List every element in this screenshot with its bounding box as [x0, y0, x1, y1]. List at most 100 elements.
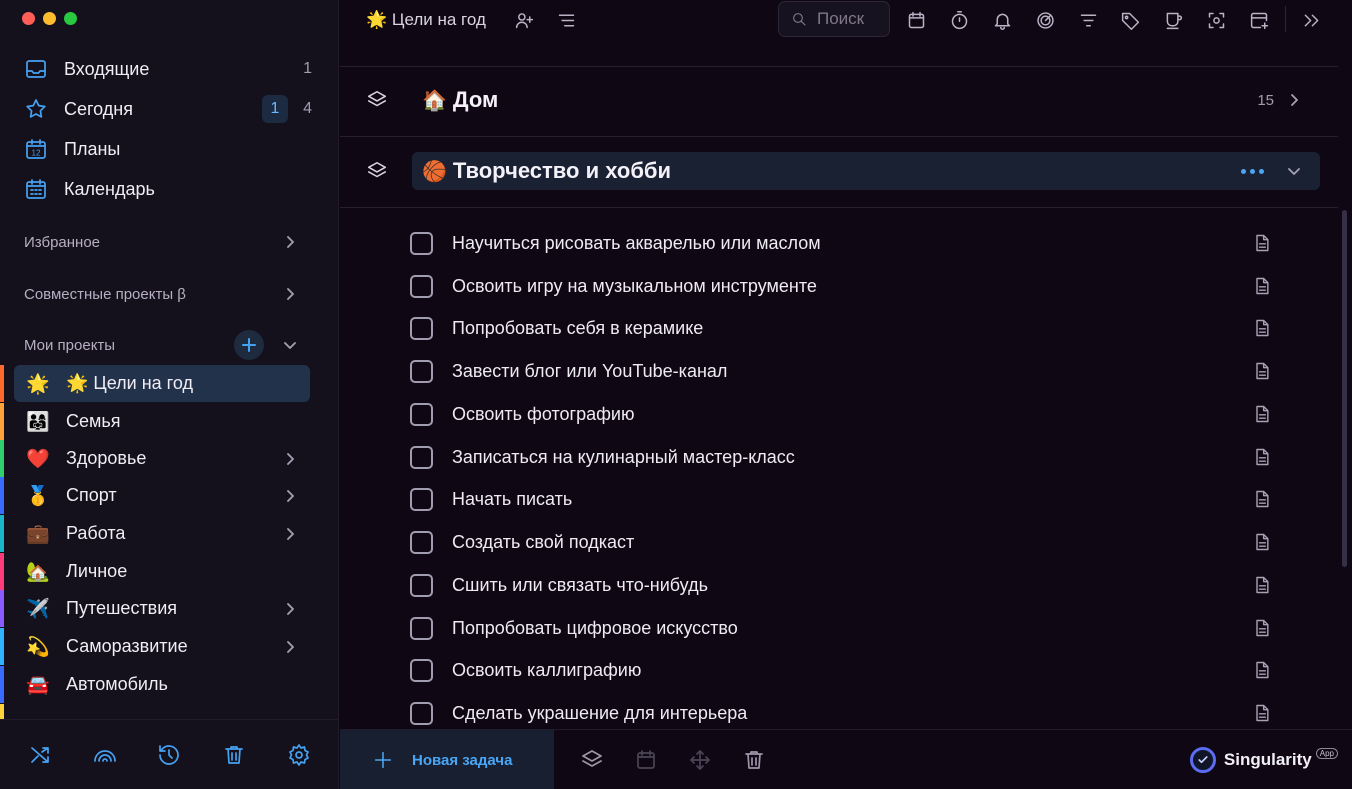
task-row[interactable]: Освоить каллиграфию	[410, 650, 1280, 690]
window-controls	[22, 12, 77, 25]
tag-icon[interactable]	[1118, 8, 1142, 32]
task-checkbox[interactable]	[410, 658, 433, 682]
chevron-right-icon[interactable]	[282, 639, 298, 655]
task-checkbox[interactable]	[410, 487, 433, 511]
shuffle-icon[interactable]	[28, 743, 52, 767]
chevron-right-icon[interactable]	[282, 526, 298, 542]
note-icon[interactable]	[1252, 575, 1272, 595]
project-item-family[interactable]: 👨‍👩‍👧 Семья	[14, 403, 310, 440]
search-input[interactable]: Поиск	[778, 1, 890, 37]
close-window-button[interactable]	[22, 12, 35, 25]
add-window-icon[interactable]	[1247, 8, 1271, 32]
group-home[interactable]: 🏠 Дом 15	[366, 81, 1320, 119]
sort-lines-icon[interactable]	[554, 8, 578, 32]
scrollbar[interactable]	[1342, 210, 1347, 567]
more-options-icon[interactable]	[1241, 168, 1264, 174]
minimize-window-button[interactable]	[43, 12, 56, 25]
calendar-12-icon: 12	[26, 139, 46, 159]
chevron-right-icon[interactable]	[282, 601, 298, 617]
group-creativity[interactable]: 🏀 Творчество и хобби	[366, 152, 1320, 190]
group-title-text: Дом	[452, 87, 499, 112]
history-icon[interactable]	[157, 743, 181, 767]
cup-icon[interactable]	[1161, 8, 1185, 32]
shared-projects-section[interactable]: Совместные проекты β	[24, 280, 304, 308]
share-users-icon[interactable]	[512, 8, 536, 32]
rainbow-icon[interactable]	[93, 743, 117, 767]
nav-calendar[interactable]: Календарь	[14, 171, 324, 207]
project-emoji: 💫	[26, 636, 50, 658]
chevron-right-icon[interactable]	[282, 451, 298, 467]
star-icon	[26, 99, 46, 118]
new-task-button[interactable]: Новая задача	[340, 730, 554, 789]
timer-icon[interactable]	[947, 8, 971, 32]
calendar-icon[interactable]	[904, 8, 928, 32]
project-item-health[interactable]: ❤️ Здоровье	[14, 440, 310, 477]
project-item-self-development[interactable]: 💫 Саморазвитие	[14, 628, 310, 665]
nav-today[interactable]: Сегодня 1 4	[14, 91, 324, 127]
trash-icon[interactable]	[742, 748, 766, 772]
task-title: Начать писать	[452, 488, 573, 509]
note-icon[interactable]	[1252, 703, 1272, 723]
double-chevron-right-icon[interactable]	[1299, 8, 1323, 32]
task-row[interactable]: Сделать украшение для интерьера	[410, 693, 1280, 733]
scan-icon[interactable]	[1204, 8, 1228, 32]
note-icon[interactable]	[1252, 660, 1272, 680]
note-icon[interactable]	[1252, 318, 1272, 338]
project-item-travel[interactable]: ✈️ Путешествия	[14, 590, 310, 627]
note-icon[interactable]	[1252, 233, 1272, 253]
note-icon[interactable]	[1252, 447, 1272, 467]
task-row[interactable]: Освоить игру на музыкальном инструменте	[410, 266, 1280, 306]
task-checkbox[interactable]	[410, 316, 433, 340]
chevron-right-icon[interactable]	[1286, 92, 1302, 108]
task-row[interactable]: Попробовать себя в керамике	[410, 308, 1280, 348]
note-icon[interactable]	[1252, 361, 1272, 381]
chevron-down-icon[interactable]	[282, 337, 298, 353]
task-checkbox[interactable]	[410, 359, 433, 383]
chevron-down-icon[interactable]	[1286, 163, 1302, 179]
task-checkbox[interactable]	[410, 701, 433, 725]
project-item-work[interactable]: 💼 Работа	[14, 515, 310, 552]
project-item-personal[interactable]: 🏡 Личное	[14, 553, 310, 590]
task-checkbox[interactable]	[410, 616, 433, 640]
note-icon[interactable]	[1252, 532, 1272, 552]
nav-inbox[interactable]: Входящие 1	[14, 51, 324, 87]
task-row[interactable]: Записаться на кулинарный мастер-класс	[410, 437, 1280, 477]
task-checkbox[interactable]	[410, 274, 433, 298]
task-row[interactable]: Создать свой подкаст	[410, 522, 1280, 562]
note-icon[interactable]	[1252, 489, 1272, 509]
task-checkbox[interactable]	[410, 530, 433, 554]
project-emoji: 🏡	[26, 561, 50, 583]
task-row[interactable]: Научиться рисовать акварелью или маслом	[410, 223, 1280, 263]
task-row[interactable]: Завести блог или YouTube-канал	[410, 351, 1280, 391]
nav-plans[interactable]: 12 Планы	[14, 131, 324, 167]
project-color-bar	[0, 440, 4, 477]
gear-icon[interactable]	[287, 743, 311, 767]
search-placeholder: Поиск	[817, 9, 865, 28]
favorites-section[interactable]: Избранное	[24, 228, 304, 256]
maximize-window-button[interactable]	[64, 12, 77, 25]
add-project-button[interactable]	[234, 330, 264, 360]
layers-icon[interactable]	[580, 748, 604, 772]
task-checkbox[interactable]	[410, 402, 433, 426]
focus-icon[interactable]	[1033, 8, 1057, 32]
project-item-goals[interactable]: 🌟 🌟 Цели на год	[14, 365, 310, 402]
brand-name: Singularity	[1223, 750, 1312, 769]
filter-icon[interactable]	[1076, 8, 1100, 32]
task-row[interactable]: Попробовать цифровое искусство	[410, 608, 1280, 648]
task-checkbox[interactable]	[410, 445, 433, 469]
page-title: 🌟 Цели на год	[366, 8, 486, 32]
note-icon[interactable]	[1252, 404, 1272, 424]
task-title: Освоить фотографию	[452, 403, 635, 424]
project-item-car[interactable]: 🚘 Автомобиль	[14, 666, 310, 703]
task-checkbox[interactable]	[410, 573, 433, 597]
task-checkbox[interactable]	[410, 231, 433, 255]
chevron-right-icon[interactable]	[282, 488, 298, 504]
bell-icon[interactable]	[990, 8, 1014, 32]
task-row[interactable]: Сшить или связать что-нибудь	[410, 565, 1280, 605]
task-row[interactable]: Освоить фотографию	[410, 394, 1280, 434]
project-item-sport[interactable]: 🥇 Спорт	[14, 477, 310, 514]
note-icon[interactable]	[1252, 618, 1272, 638]
note-icon[interactable]	[1252, 276, 1272, 296]
task-row[interactable]: Начать писать	[410, 479, 1280, 519]
trash-icon[interactable]	[222, 743, 246, 767]
